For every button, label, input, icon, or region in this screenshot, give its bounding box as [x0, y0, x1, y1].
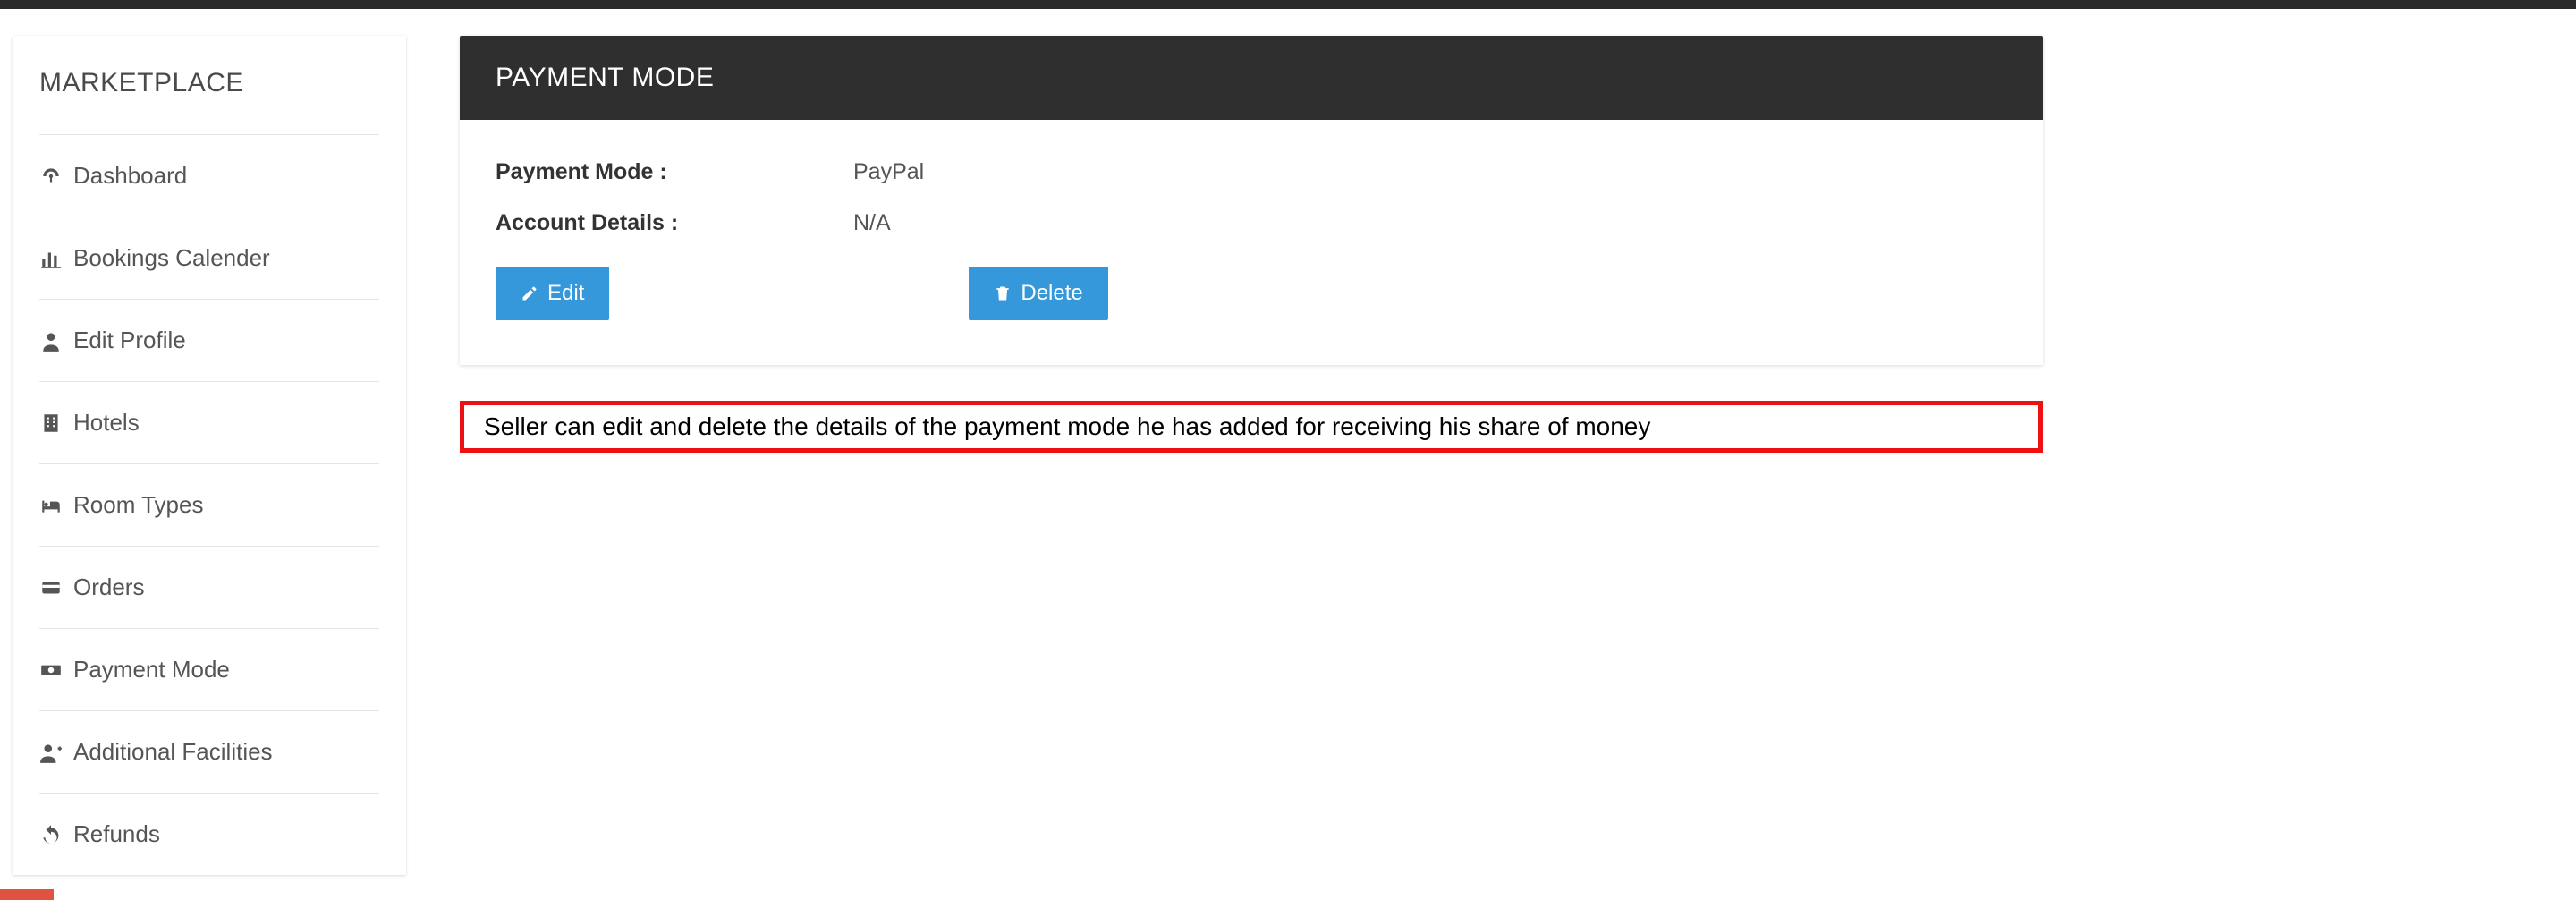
sidebar-item-hotels[interactable]: Hotels [39, 381, 379, 463]
row-value: PayPal [853, 159, 924, 185]
sidebar-item-label: Additional Facilities [73, 738, 273, 766]
card-icon [39, 576, 63, 599]
sidebar: MARKETPLACE Dashboard Bookings Calender … [13, 36, 406, 875]
sidebar-item-label: Payment Mode [73, 656, 230, 683]
sidebar-item-room-types[interactable]: Room Types [39, 463, 379, 546]
page-container: MARKETPLACE Dashboard Bookings Calender … [0, 9, 2576, 875]
panel-actions: Edit Delete [496, 249, 2007, 320]
sidebar-item-refunds[interactable]: Refunds [39, 793, 379, 875]
pencil-icon [521, 284, 538, 302]
edit-button-label: Edit [547, 281, 584, 306]
barchart-icon [39, 247, 63, 270]
row-payment-mode: Payment Mode : PayPal [496, 147, 2007, 198]
sidebar-title: MARKETPLACE [39, 68, 379, 134]
sidebar-item-label: Refunds [73, 820, 160, 848]
annotation-callout: Seller can edit and delete the details o… [460, 401, 2043, 453]
panel-body: Payment Mode : PayPal Account Details : … [460, 120, 2043, 365]
bed-icon [39, 494, 63, 517]
sidebar-item-orders[interactable]: Orders [39, 546, 379, 628]
user-icon [39, 329, 63, 352]
panel-title: PAYMENT MODE [460, 36, 2043, 120]
payment-mode-panel: PAYMENT MODE Payment Mode : PayPal Accou… [460, 36, 2043, 365]
sidebar-item-dashboard[interactable]: Dashboard [39, 134, 379, 217]
row-label: Payment Mode : [496, 159, 853, 185]
sidebar-item-bookings-calendar[interactable]: Bookings Calender [39, 217, 379, 299]
sidebar-item-label: Bookings Calender [73, 244, 270, 272]
row-value: N/A [853, 210, 891, 236]
bottom-indicator [0, 889, 54, 900]
sidebar-item-payment-mode[interactable]: Payment Mode [39, 628, 379, 710]
sidebar-item-label: Orders [73, 573, 144, 601]
dashboard-icon [39, 165, 63, 188]
sidebar-item-label: Hotels [73, 409, 140, 437]
sidebar-item-additional-facilities[interactable]: Additional Facilities [39, 710, 379, 793]
row-account-details: Account Details : N/A [496, 198, 2007, 249]
sidebar-item-edit-profile[interactable]: Edit Profile [39, 299, 379, 381]
user-plus-icon [39, 741, 63, 764]
trash-icon [994, 284, 1012, 302]
main-content: PAYMENT MODE Payment Mode : PayPal Accou… [460, 36, 2043, 453]
edit-button[interactable]: Edit [496, 267, 609, 320]
building-icon [39, 412, 63, 435]
row-label: Account Details : [496, 210, 853, 236]
money-icon [39, 658, 63, 682]
sidebar-item-label: Room Types [73, 491, 203, 519]
sidebar-item-label: Edit Profile [73, 327, 186, 354]
delete-button-label: Delete [1021, 281, 1082, 306]
sidebar-item-label: Dashboard [73, 162, 187, 190]
top-bar [0, 0, 2576, 9]
undo-icon [39, 823, 63, 846]
delete-button[interactable]: Delete [969, 267, 1107, 320]
